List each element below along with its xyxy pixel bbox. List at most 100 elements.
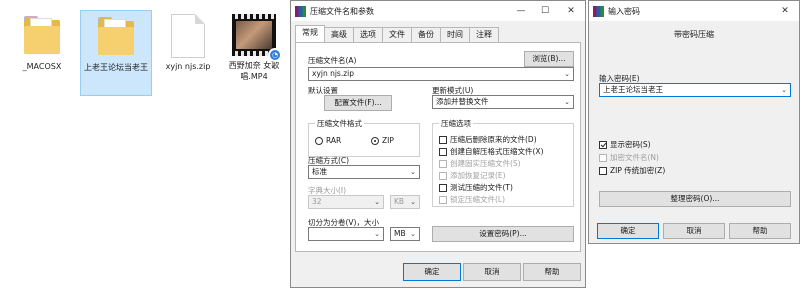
dictionary-unit-select: KB ⌄	[390, 195, 420, 209]
document-icon	[171, 14, 205, 58]
format-rar-radio[interactable]: RAR	[315, 136, 341, 145]
encrypt-filenames-checkbox: 加密文件名(N)	[599, 152, 659, 163]
ok-button[interactable]: 确定	[403, 263, 461, 281]
option-create-solid: 创建固实压缩文件(S)	[439, 158, 521, 169]
password-dialog-titlebar[interactable]: 输入密码 ✕	[589, 1, 799, 21]
chevron-down-icon: ⌄	[374, 230, 380, 238]
archive-options-group: 压缩选项 压缩后删除原来的文件(D) 创建自解压格式压缩文件(X) 创建固实压缩…	[432, 118, 574, 207]
split-unit: MB	[394, 229, 406, 238]
file-label: 上老王论坛当老王	[84, 63, 148, 72]
option-recovery-record: 添加恢复记录(E)	[439, 170, 506, 181]
cancel-button[interactable]: 取消	[463, 263, 521, 281]
winrar-icon	[593, 5, 604, 17]
show-password-checkbox[interactable]: 显示密码(S)	[599, 139, 651, 150]
chevron-down-icon: ⌄	[781, 86, 787, 94]
file-label: xyjn njs.zip	[165, 62, 211, 71]
folder-icon	[96, 15, 136, 59]
video-thumbnail-icon: ◔	[232, 14, 282, 62]
tab-backup[interactable]: 备份	[411, 27, 441, 42]
tab-general[interactable]: 常规	[295, 25, 325, 42]
archive-options-title: 压缩选项	[439, 118, 473, 129]
split-unit-select[interactable]: MB ⌄	[390, 227, 420, 241]
option-lock-archive: 锁定压缩文件(L)	[439, 194, 505, 205]
archive-name-value: xyjn njs.zip	[312, 69, 355, 78]
tab-advanced[interactable]: 高级	[324, 27, 354, 42]
maximize-button[interactable]: ☐	[533, 1, 557, 21]
dictionary-unit: KB	[394, 197, 405, 206]
password-dialog-heading: 带密码压缩	[674, 30, 714, 39]
desktop-file-macosx[interactable]: _MACOSX	[6, 10, 78, 72]
radio-indicator	[371, 136, 379, 145]
chevron-down-icon: ⌄	[374, 198, 380, 206]
desktop-file-folder-selected[interactable]: 上老王论坛当老王	[80, 10, 152, 96]
password-input[interactable]: 上老王论坛当老王 ⌄	[599, 83, 791, 97]
tab-time[interactable]: 时间	[440, 27, 470, 42]
zip-legacy-encryption-checkbox[interactable]: ZIP 传统加密(Z)	[599, 165, 665, 176]
archive-format-group: 压缩文件格式 RAR ZIP	[308, 118, 420, 157]
option-label: 压缩后删除原来的文件(D)	[450, 135, 537, 144]
archive-name-input[interactable]: xyjn njs.zip ⌄	[308, 67, 574, 81]
checkbox	[599, 166, 607, 175]
archive-dialog-tabs: 常规 高级 选项 文件 备份 时间 注释	[295, 25, 499, 42]
close-button[interactable]: ✕	[771, 1, 799, 21]
archive-dialog-title: 压缩文件名和参数	[310, 6, 374, 16]
dictionary-value: 32	[312, 197, 322, 206]
sync-badge-icon: ◔	[268, 48, 282, 62]
checkbox	[439, 159, 447, 168]
update-mode-select[interactable]: 添加并替换文件 ⌄	[432, 95, 574, 109]
checkbox	[439, 135, 447, 144]
chevron-down-icon: ⌄	[410, 168, 416, 176]
option-delete-after[interactable]: 压缩后删除原来的文件(D)	[439, 134, 537, 145]
archive-dialog: 压缩文件名和参数 — ☐ ✕ 常规 高级 选项 文件 备份 时间 注释 压缩文件…	[290, 0, 586, 288]
minimize-button[interactable]: —	[509, 1, 533, 21]
chevron-down-icon: ⌄	[410, 230, 416, 238]
archive-format-title: 压缩文件格式	[315, 118, 364, 129]
close-button[interactable]: ✕	[557, 1, 585, 21]
chevron-down-icon: ⌄	[410, 198, 416, 206]
password-dialog-title: 输入密码	[608, 6, 640, 16]
help-button[interactable]: 帮助	[523, 263, 581, 281]
tab-options[interactable]: 选项	[353, 27, 383, 42]
checkbox	[599, 140, 607, 149]
option-label: 创建自解压格式压缩文件(X)	[450, 147, 544, 156]
desktop-file-zip[interactable]: xyjn njs.zip	[152, 10, 224, 72]
tab-files[interactable]: 文件	[382, 27, 412, 42]
checkbox	[439, 195, 447, 204]
format-zip-label: ZIP	[382, 136, 394, 145]
option-label: 测试压缩的文件(T)	[450, 183, 513, 192]
method-value: 标准	[312, 167, 327, 176]
archive-name-label: 压缩文件名(A)	[308, 56, 357, 65]
password-value: 上老王论坛当老王	[603, 85, 663, 94]
checkbox	[439, 183, 447, 192]
desktop-file-video[interactable]: ◔ 西野加奈 女歌唱.MP4	[218, 10, 290, 82]
option-label: 锁定压缩文件(L)	[450, 195, 506, 204]
tab-comment[interactable]: 注释	[469, 27, 499, 42]
profiles-button[interactable]: 配置文件(F)...	[324, 95, 392, 111]
option-label: ZIP 传统加密(Z)	[610, 166, 666, 175]
option-label: 加密文件名(N)	[610, 153, 659, 162]
ok-button[interactable]: 确定	[597, 223, 659, 239]
browse-button[interactable]: 浏览(B)...	[524, 51, 574, 67]
option-test-files[interactable]: 测试压缩的文件(T)	[439, 182, 513, 193]
checkbox	[439, 171, 447, 180]
method-select[interactable]: 标准 ⌄	[308, 165, 420, 179]
format-zip-radio[interactable]: ZIP	[371, 136, 394, 145]
organize-passwords-button[interactable]: 整理密码(O)...	[599, 191, 791, 207]
archive-dialog-titlebar[interactable]: 压缩文件名和参数 — ☐ ✕	[291, 1, 585, 21]
help-button[interactable]: 帮助	[729, 223, 791, 239]
update-mode-value: 添加并替换文件	[436, 97, 489, 106]
password-dialog: 输入密码 ✕ 带密码压缩 输入密码(E) 上老王论坛当老王 ⌄ 显示密码(S) …	[588, 0, 800, 244]
cancel-button[interactable]: 取消	[663, 223, 725, 239]
split-size-input[interactable]: ⌄	[308, 227, 384, 241]
option-create-sfx[interactable]: 创建自解压格式压缩文件(X)	[439, 146, 544, 157]
radio-indicator	[315, 136, 323, 145]
dictionary-select: 32 ⌄	[308, 195, 384, 209]
folder-icon	[22, 14, 62, 58]
set-password-button[interactable]: 设置密码(P)...	[432, 226, 574, 242]
file-label: _MACOSX	[22, 62, 62, 71]
format-rar-label: RAR	[326, 136, 342, 145]
option-label: 添加恢复记录(E)	[450, 171, 506, 180]
checkbox	[439, 147, 447, 156]
option-label: 创建固实压缩文件(S)	[450, 159, 521, 168]
checkbox	[599, 153, 607, 162]
